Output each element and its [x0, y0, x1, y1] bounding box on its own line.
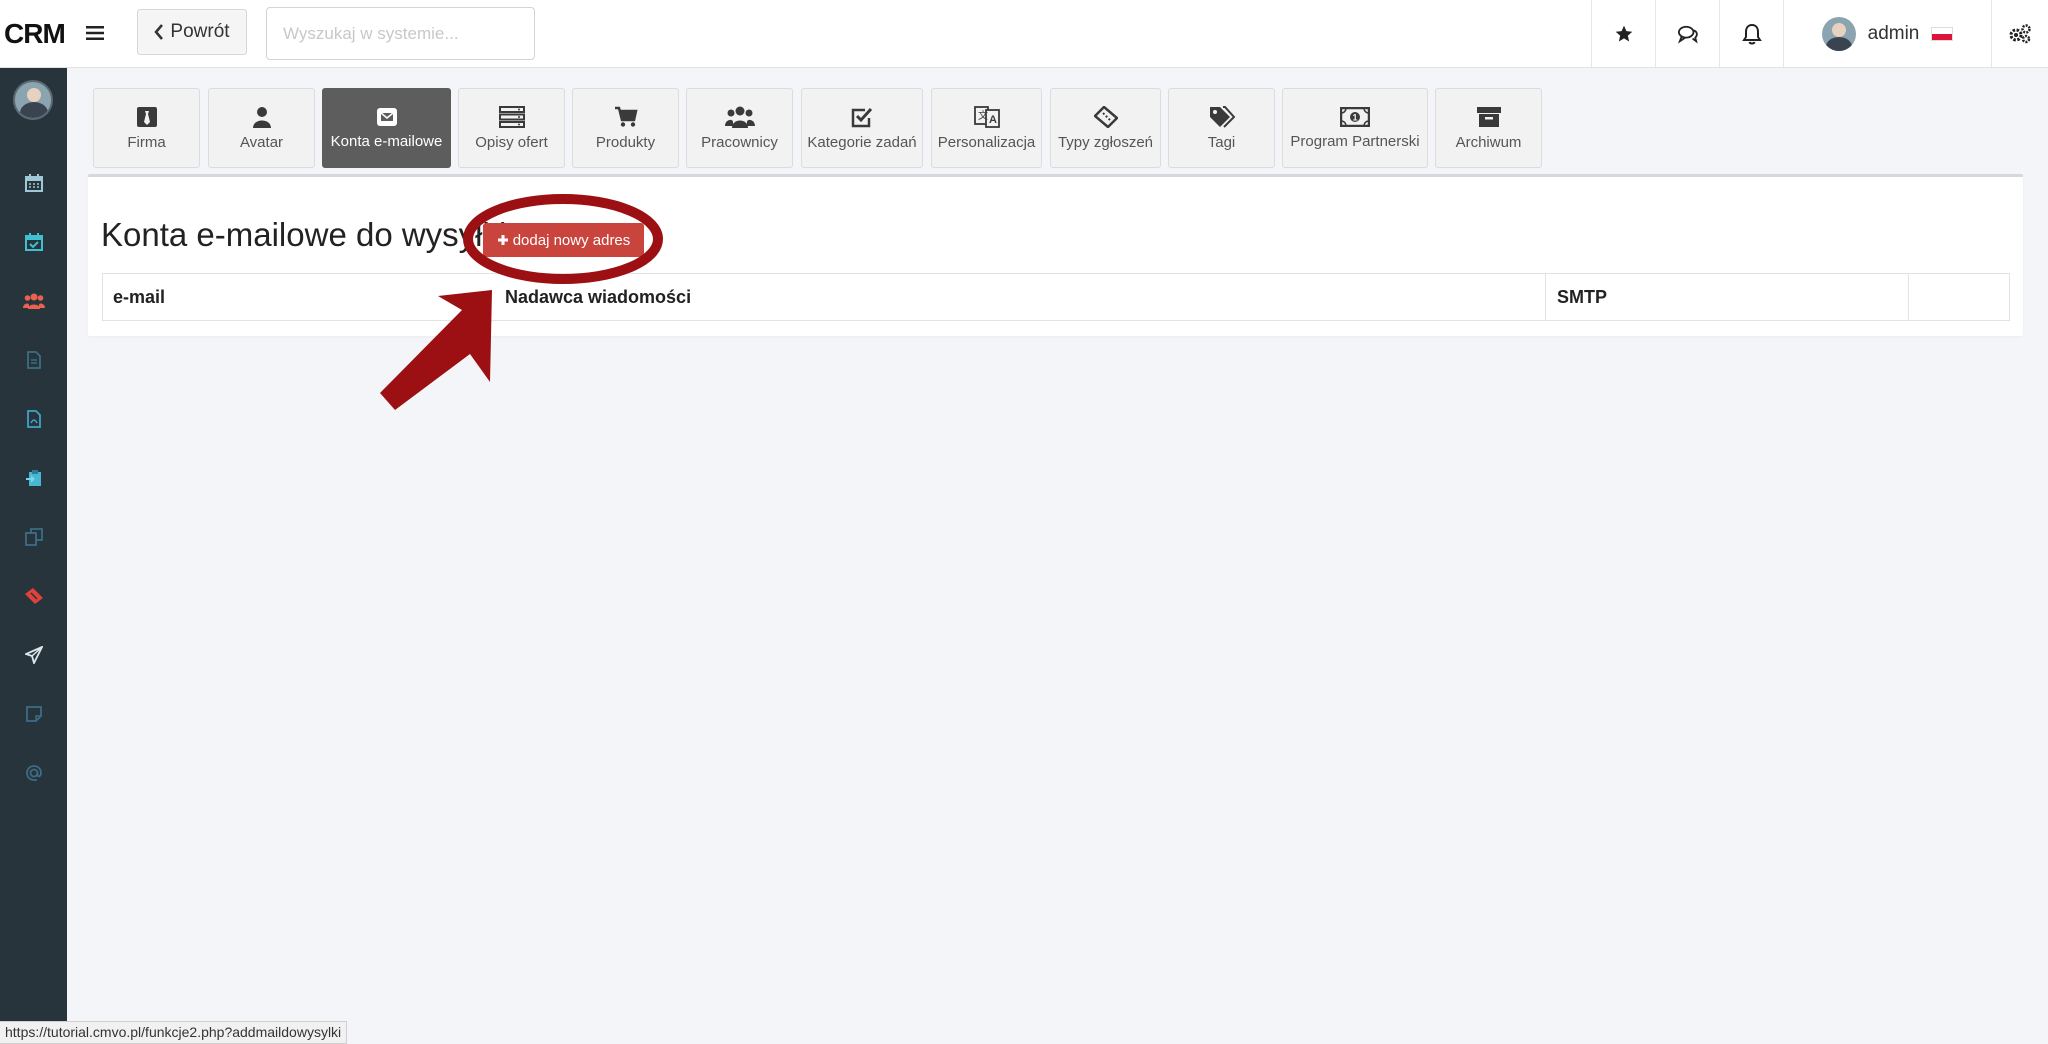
favorites-button[interactable]: [1591, 0, 1655, 68]
tab-label: Konta e-mailowe: [330, 132, 443, 150]
gears-icon: [2009, 24, 2031, 44]
check-square-icon: [851, 107, 873, 127]
server-icon: [498, 105, 525, 128]
sidebar-item-pdf[interactable]: [0, 399, 67, 439]
sticky-note-icon: [25, 706, 42, 722]
tab-produkty[interactable]: Produkty: [572, 88, 679, 168]
column-divider: [1545, 274, 1546, 320]
tab-label: Produkty: [595, 133, 656, 151]
add-button-label: dodaj nowy adres: [512, 231, 631, 249]
calendar-check-icon: [24, 233, 43, 251]
sidebar-item-clients[interactable]: [0, 281, 67, 321]
tab-pracownicy[interactable]: Pracownicy: [686, 88, 793, 168]
column-header-sender[interactable]: Nadawca wiadomości: [495, 274, 1645, 320]
tab-konta-e-mailowe[interactable]: Konta e-mailowe: [322, 88, 451, 168]
sidebar-item-copy[interactable]: [0, 517, 67, 557]
sidebar-item-tickets[interactable]: [0, 576, 67, 616]
paper-plane-icon: [24, 646, 43, 664]
tab-label: Pracownicy: [701, 133, 778, 151]
sidebar-item-tasks[interactable]: [0, 222, 67, 262]
tab-program-partnerski[interactable]: 1 Program Partnerski: [1282, 88, 1428, 168]
svg-text:文: 文: [978, 109, 988, 122]
money-icon: 1: [1340, 106, 1370, 127]
plus-icon: [497, 235, 508, 245]
status-bar-url: https://tutorial.cmvo.pl/funkcje2.php?ad…: [0, 1021, 348, 1044]
avatar: [1821, 17, 1856, 51]
tab-typy-zgloszen[interactable]: Typy zgłoszeń: [1050, 88, 1161, 168]
tab-kategorie-zadan[interactable]: Kategorie zadań: [801, 88, 923, 168]
column-header-email[interactable]: e-mail: [103, 274, 493, 320]
menu-toggle-icon[interactable]: [80, 18, 110, 48]
settings-button[interactable]: [1991, 0, 2048, 68]
ticket-icon: [1093, 105, 1118, 128]
tab-label: Personalizacja: [937, 133, 1036, 151]
sidebar-item-messages[interactable]: [0, 635, 67, 675]
tab-label: Opisy ofert: [475, 133, 548, 151]
copy-icon: [24, 528, 43, 546]
tab-label: Program Partnerski: [1290, 132, 1420, 150]
user-icon: [252, 106, 271, 128]
svg-text:1: 1: [1353, 112, 1358, 122]
top-bar: CRM Powrót admin: [0, 0, 2048, 68]
tab-avatar[interactable]: Avatar: [208, 88, 315, 168]
column-header-smtp[interactable]: SMTP: [1547, 274, 1907, 320]
tags-icon: [1209, 105, 1235, 128]
tab-personalizacja[interactable]: 文A Personalizacja: [931, 88, 1042, 168]
chevron-left-icon: [154, 24, 164, 40]
poland-flag-icon: [1931, 27, 1954, 41]
tab-label: Kategorie zadań: [807, 133, 917, 151]
archive-icon: [1476, 106, 1501, 127]
user-menu[interactable]: admin: [1783, 0, 1991, 68]
file-text-icon: [26, 351, 41, 369]
column-header-actions: [1909, 274, 2009, 320]
file-pdf-icon: [26, 410, 41, 428]
envelope-icon: [376, 107, 397, 126]
back-button-label: Powrót: [170, 21, 230, 42]
sidebar-avatar[interactable]: [13, 80, 53, 120]
page-title: Konta e-mailowe do wysyłki: [101, 216, 507, 253]
search-input[interactable]: [266, 7, 535, 60]
back-button[interactable]: Powrót: [137, 9, 247, 55]
tab-opisy-ofert[interactable]: Opisy ofert: [458, 88, 565, 168]
sidebar-item-email[interactable]: [0, 753, 67, 793]
tab-label: Tagi: [1207, 133, 1236, 151]
calendar-icon: [24, 174, 43, 192]
users-icon: [724, 106, 755, 128]
sidebar-item-notes[interactable]: [0, 694, 67, 734]
svg-text:A: A: [989, 114, 997, 126]
notifications-button[interactable]: [1719, 0, 1783, 68]
tab-label: Archiwum: [1455, 133, 1522, 151]
email-accounts-table: e-mail Nadawca wiadomości SMTP: [102, 273, 2010, 321]
sidebar-item-clipboard[interactable]: [0, 458, 67, 498]
clipboard-icon: [25, 470, 41, 486]
sidebar-item-calendar[interactable]: [0, 163, 67, 203]
tab-firma[interactable]: Firma: [93, 88, 200, 168]
tie-icon: [136, 106, 157, 127]
bell-icon: [1741, 23, 1762, 45]
ticket-icon: [24, 588, 43, 604]
language-icon: 文A: [973, 105, 1000, 128]
sidebar: [0, 68, 67, 1044]
star-icon: [1615, 25, 1632, 42]
cart-icon: [614, 106, 638, 127]
chat-button[interactable]: [1655, 0, 1719, 68]
user-name: admin: [1867, 23, 1920, 44]
users-icon: [22, 293, 45, 309]
tab-tagi[interactable]: Tagi: [1168, 88, 1275, 168]
chat-icon: [1677, 25, 1698, 44]
tab-archiwum[interactable]: Archiwum: [1435, 88, 1542, 168]
at-sign-icon: [25, 765, 42, 781]
app-logo[interactable]: CRM: [4, 18, 66, 50]
tab-label: Avatar: [239, 133, 284, 151]
tab-label: Firma: [127, 133, 166, 151]
sidebar-item-documents[interactable]: [0, 340, 67, 380]
add-new-address-button[interactable]: dodaj nowy adres: [483, 223, 644, 257]
tab-label: Typy zgłoszeń: [1057, 133, 1154, 151]
